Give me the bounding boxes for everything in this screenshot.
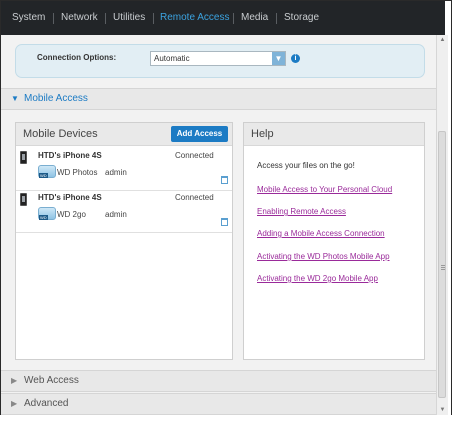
section-advanced[interactable]: ▶ Advanced (1, 393, 436, 415)
grip-icon (441, 265, 445, 266)
nav-item-media[interactable]: Media (241, 1, 268, 35)
scroll-down-icon[interactable]: ▼ (437, 405, 448, 415)
device-app-name: WD 2go (57, 210, 86, 219)
help-title: Help (251, 128, 274, 140)
section-title-mobile-access: Mobile Access (24, 93, 88, 104)
section-title-web-access: Web Access (24, 375, 79, 386)
nav-item-utilities[interactable]: Utilities (113, 1, 145, 35)
trash-icon[interactable] (221, 176, 228, 184)
nav-separator (153, 13, 154, 24)
wd-2go-icon: WD (38, 207, 56, 220)
help-link-adding-connection[interactable]: Adding a Mobile Access Connection (257, 229, 385, 238)
mobile-devices-title: Mobile Devices (23, 128, 98, 140)
scrollbar-thumb[interactable] (438, 131, 446, 398)
device-user: admin (105, 210, 127, 219)
nav-separator (276, 13, 277, 24)
phone-icon (20, 151, 27, 164)
connection-options-label: Connection Options: (37, 53, 117, 62)
device-name: HTD's iPhone 4S (38, 151, 102, 160)
device-row: HTD's iPhone 4S Connected WD WD Photos a… (16, 149, 232, 191)
trash-icon[interactable] (221, 218, 228, 226)
chevron-down-icon: ▼ (11, 94, 19, 103)
chevron-down-icon[interactable]: ▼ (272, 52, 285, 65)
wd-photos-icon: WD (38, 165, 56, 178)
chevron-right-icon: ▶ (11, 399, 18, 408)
add-access-button[interactable]: Add Access (171, 126, 228, 142)
help-header: Help (244, 123, 424, 146)
nav-item-storage[interactable]: Storage (284, 1, 319, 35)
nav-separator (53, 13, 54, 24)
main-content: Connection Options: Automatic ▼ i ▼ Mobi… (1, 35, 436, 415)
connection-options-value: Automatic (154, 54, 190, 63)
mobile-devices-panel: Mobile Devices Add Access HTD's iPhone 4… (15, 122, 233, 360)
scroll-up-icon[interactable]: ▲ (437, 35, 448, 45)
window-bottom-edge (0, 415, 452, 424)
nav-separator (233, 13, 234, 24)
section-mobile-access[interactable]: ▼ Mobile Access (1, 88, 436, 110)
device-name: HTD's iPhone 4S (38, 193, 102, 202)
mobile-devices-header: Mobile Devices Add Access (16, 123, 232, 146)
nav-separator (105, 13, 106, 24)
phone-icon (20, 193, 27, 206)
nav-item-network[interactable]: Network (61, 1, 98, 35)
chevron-right-icon: ▶ (11, 376, 18, 385)
help-panel: Help Access your files on the go! Mobile… (243, 122, 425, 360)
help-link-wd-photos-app[interactable]: Activating the WD Photos Mobile App (257, 252, 390, 261)
help-intro: Access your files on the go! (257, 161, 355, 170)
nav-item-remote-access[interactable]: Remote Access (160, 1, 229, 35)
section-title-advanced: Advanced (24, 398, 69, 409)
connection-options-box: Connection Options: Automatic ▼ i (15, 44, 425, 78)
help-link-enabling-remote-access[interactable]: Enabling Remote Access (257, 207, 346, 216)
help-link-personal-cloud[interactable]: Mobile Access to Your Personal Cloud (257, 185, 392, 194)
connection-options-select[interactable]: Automatic ▼ (150, 51, 286, 66)
nav-item-system[interactable]: System (12, 1, 45, 35)
top-nav-bar: System Network Utilities Remote Access M… (1, 1, 445, 36)
info-icon[interactable]: i (291, 54, 300, 63)
device-app-name: WD Photos (57, 168, 98, 177)
help-link-wd-2go-app[interactable]: Activating the WD 2go Mobile App (257, 274, 378, 283)
device-user: admin (105, 168, 127, 177)
device-row: HTD's iPhone 4S Connected WD WD 2go admi… (16, 191, 232, 233)
vertical-scrollbar[interactable]: ▲ ▼ (436, 35, 448, 415)
section-web-access[interactable]: ▶ Web Access (1, 370, 436, 392)
device-status: Connected (175, 193, 214, 202)
device-status: Connected (175, 151, 214, 160)
